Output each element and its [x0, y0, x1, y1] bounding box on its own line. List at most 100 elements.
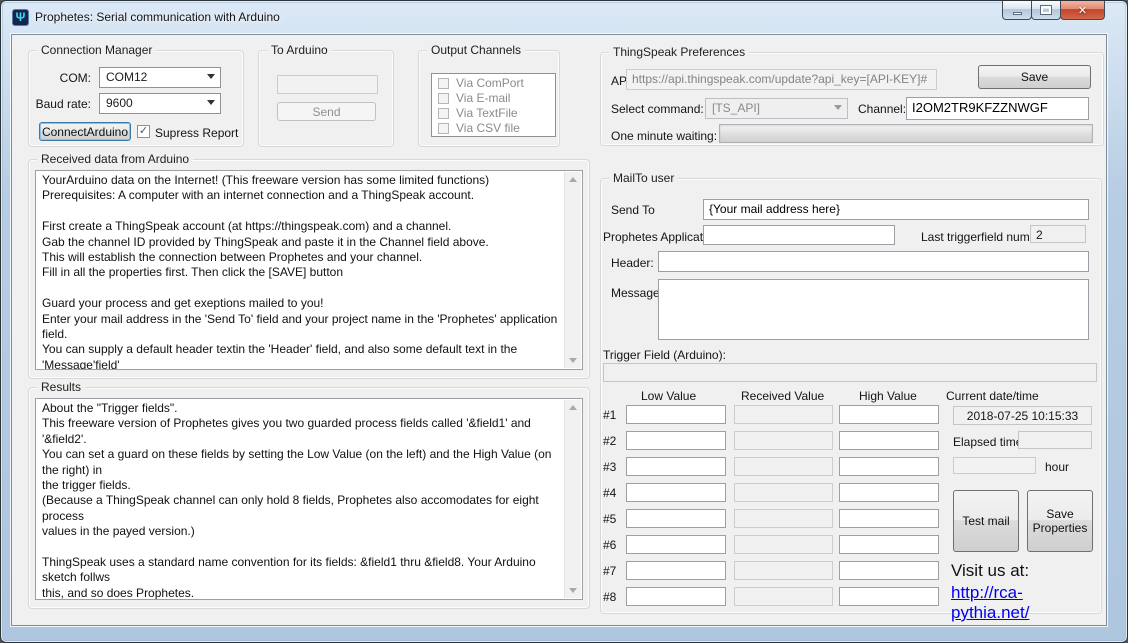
channel-option: Via ComPort	[436, 76, 551, 91]
check-icon: ✓	[139, 125, 148, 137]
scroll-up-icon[interactable]	[569, 405, 577, 410]
connection-manager-group: Connection Manager COM: COM12 Baud rate:…	[28, 50, 244, 147]
low-value-input[interactable]	[626, 457, 726, 476]
row-label: #5	[603, 512, 616, 526]
high-value-input[interactable]	[839, 431, 939, 450]
header-input[interactable]	[658, 251, 1089, 272]
send-to-input[interactable]: {Your mail address here}	[703, 199, 1089, 220]
title-bar[interactable]: Ψ Prophetes: Serial communication with A…	[1, 1, 1127, 34]
app-window: Ψ Prophetes: Serial communication with A…	[0, 0, 1128, 643]
group-title: Output Channels	[427, 43, 525, 57]
high-value-input[interactable]	[839, 457, 939, 476]
low-value-input[interactable]	[626, 587, 726, 606]
header-label: Header:	[611, 256, 654, 270]
connect-arduino-button[interactable]: ConnectArduino	[39, 122, 131, 141]
test-mail-label: Test mail	[962, 514, 1009, 528]
received-data-textarea[interactable]: YourArduino data on the Internet! (This …	[35, 170, 583, 370]
baud-label: Baud rate:	[29, 97, 91, 111]
supress-report-checkbox[interactable]: ✓	[137, 125, 150, 138]
high-value-input[interactable]	[839, 405, 939, 424]
group-title: Received data from Arduino	[37, 152, 193, 166]
minimize-icon	[1013, 12, 1022, 15]
application-label: Prophetes Application	[603, 230, 719, 244]
save-properties-button[interactable]: Save Properties	[1027, 490, 1093, 552]
output-channels-group: Output Channels Via ComPortVia E-mailVia…	[418, 50, 560, 147]
maximize-icon	[1041, 6, 1051, 14]
com-port-select[interactable]: COM12	[99, 67, 221, 88]
channel-input[interactable]: I2OM2TR9KFZZNWGF	[906, 97, 1089, 120]
select-command-select: [TS_API]	[705, 98, 848, 119]
group-title: Connection Manager	[37, 43, 156, 57]
close-button[interactable]: ✕	[1060, 1, 1105, 20]
results-scrollbar[interactable]	[564, 400, 581, 598]
checkbox-icon	[438, 93, 449, 104]
channel-option-label: Via TextFile	[456, 106, 518, 121]
results-textarea[interactable]: About the "Trigger fields". This freewar…	[35, 398, 583, 600]
application-input[interactable]	[703, 225, 895, 245]
website-link[interactable]: http://rca-pythia.net/	[951, 583, 1029, 622]
save-properties-label: Save Properties	[1033, 507, 1088, 535]
high-value-header: High Value	[859, 389, 917, 403]
received-value-field	[734, 405, 833, 424]
low-value-input[interactable]	[626, 483, 726, 502]
checkbox-icon	[438, 108, 449, 119]
com-port-value: COM12	[106, 70, 147, 84]
received-value-field	[734, 561, 833, 580]
high-value-input[interactable]	[839, 483, 939, 502]
trigger-field-label: Trigger Field (Arduino):	[603, 348, 726, 362]
chevron-down-icon	[207, 74, 215, 79]
received-scrollbar[interactable]	[564, 172, 581, 368]
connect-arduino-label: ConnectArduino	[42, 125, 128, 139]
checkbox-icon	[438, 78, 449, 89]
to-arduino-input	[277, 75, 378, 94]
datetime-header: Current date/time	[946, 389, 1039, 403]
test-mail-button[interactable]: Test mail	[953, 490, 1019, 552]
low-value-input[interactable]	[626, 431, 726, 450]
hour-field	[953, 457, 1036, 474]
channel-option: Via TextFile	[436, 106, 551, 121]
maximize-button[interactable]	[1031, 1, 1061, 20]
high-value-input[interactable]	[839, 509, 939, 528]
api-url-field: https://api.thingspeak.com/update?api_ke…	[626, 69, 937, 90]
received-value-field	[734, 509, 833, 528]
scroll-down-icon[interactable]	[569, 358, 577, 363]
save-button[interactable]: Save	[978, 65, 1091, 89]
to-arduino-group: To Arduino Send	[258, 50, 394, 147]
row-label: #1	[603, 408, 616, 422]
elapsed-time-label: Elapsed time:	[953, 435, 1026, 449]
baud-rate-value: 9600	[106, 96, 133, 110]
trigger-row: #5	[601, 508, 946, 534]
low-value-input[interactable]	[626, 405, 726, 424]
group-title: To Arduino	[267, 43, 332, 57]
channel-option-label: Via ComPort	[456, 76, 524, 91]
message-textarea[interactable]	[658, 279, 1089, 340]
app-icon[interactable]: Ψ	[12, 9, 29, 26]
send-to-label: Send To	[611, 203, 655, 217]
trigger-row: #2	[601, 430, 946, 456]
high-value-input[interactable]	[839, 587, 939, 606]
low-value-input[interactable]	[626, 561, 726, 580]
high-value-input[interactable]	[839, 535, 939, 554]
scroll-down-icon[interactable]	[569, 588, 577, 593]
received-value-field	[734, 431, 833, 450]
high-value-input[interactable]	[839, 561, 939, 580]
received-value-field	[734, 457, 833, 476]
message-label: Message:	[611, 286, 663, 300]
channel-option-label: Via CSV file	[456, 121, 520, 136]
results-text: About the "Trigger fields". This freewar…	[36, 399, 564, 599]
received-value-field	[734, 535, 833, 554]
chevron-down-icon	[834, 105, 842, 110]
low-value-input[interactable]	[626, 535, 726, 554]
minimize-button[interactable]	[1002, 1, 1032, 20]
received-value-field	[734, 587, 833, 606]
trigger-rows: #1#2#3#4#5#6#7#8	[601, 404, 946, 612]
scroll-up-icon[interactable]	[569, 177, 577, 182]
window-controls: ✕	[1003, 1, 1105, 21]
row-label: #2	[603, 434, 616, 448]
app-logo-glyph: Ψ	[16, 10, 26, 24]
low-value-input[interactable]	[626, 509, 726, 528]
baud-rate-select[interactable]: 9600	[99, 93, 221, 114]
channel-option-label: Via E-mail	[456, 91, 510, 106]
website-link-wrap: http://rca-pythia.net/	[951, 583, 1101, 623]
channel-option: Via E-mail	[436, 91, 551, 106]
